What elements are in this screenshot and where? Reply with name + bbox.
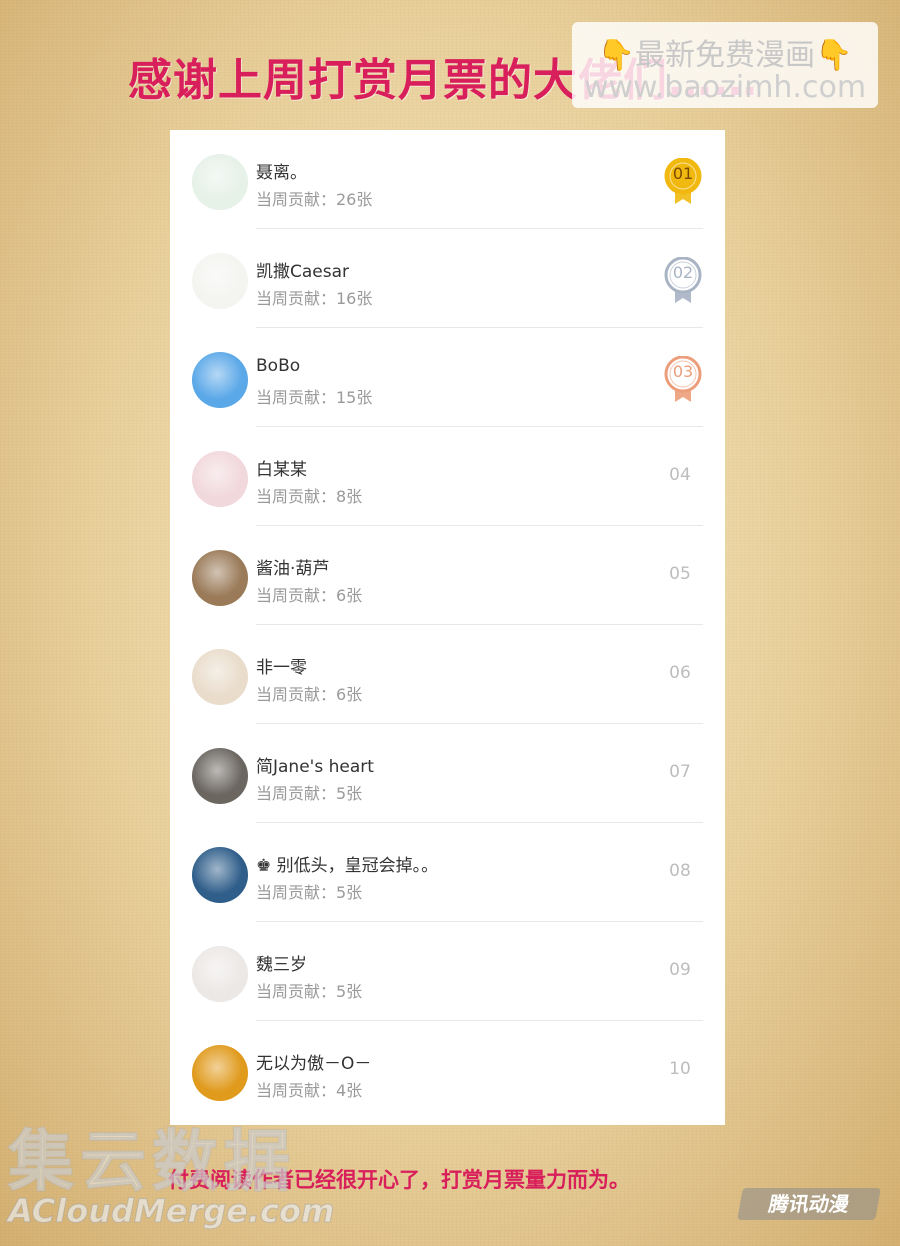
weekly-contribution: 当周贡献：4张 bbox=[256, 1081, 363, 1100]
list-item[interactable]: 酱油·葫芦当周贡献：6张 05 bbox=[170, 526, 725, 625]
rank-number: 09 bbox=[669, 960, 691, 980]
user-name: 凯撒Caesar bbox=[256, 262, 350, 282]
user-name: 简Jane's heart bbox=[256, 757, 374, 777]
site-logo-cn: 集云数据 bbox=[7, 1122, 296, 1201]
weekly-contribution: 当周贡献：16张 bbox=[256, 289, 373, 308]
watermark-text: 最新免费漫画 bbox=[635, 38, 815, 73]
avatar[interactable] bbox=[192, 847, 248, 903]
silver-medal-icon: 02 bbox=[663, 256, 703, 305]
rank-number: 06 bbox=[669, 663, 691, 683]
user-name: 非一零 bbox=[256, 658, 307, 678]
list-item[interactable]: BoBo 当周贡献：15张 03 bbox=[170, 328, 725, 427]
list-item[interactable]: 白某某当周贡献：8张 04 bbox=[170, 427, 725, 526]
weekly-contribution: 当周贡献：8张 bbox=[256, 487, 363, 506]
avatar[interactable] bbox=[192, 451, 248, 507]
weekly-contribution: 当周贡献：15张 bbox=[256, 388, 373, 407]
pointing-hand-icon: 👇 bbox=[815, 38, 853, 73]
weekly-contribution: 当周贡献：6张 bbox=[256, 685, 363, 704]
user-name: 聂离。 bbox=[256, 163, 307, 183]
weekly-contribution: 当周贡献：5张 bbox=[256, 784, 363, 803]
watermark-url: www.baozimh.com bbox=[583, 70, 867, 105]
user-name: ♚ 别低头，皇冠会掉。。 bbox=[256, 856, 439, 876]
list-item[interactable]: 简Jane's heart 当周贡献：5张 07 bbox=[170, 724, 725, 823]
weekly-contribution: 当周贡献：5张 bbox=[256, 982, 363, 1001]
user-name: 白某某 bbox=[256, 460, 307, 480]
watermark: 👇最新免费漫画👇 www.baozimh.com bbox=[572, 22, 878, 108]
pointing-hand-icon: 👇 bbox=[597, 38, 635, 73]
user-name: 酱油·葫芦 bbox=[256, 559, 330, 579]
ranking-card: 聂离。当周贡献：26张 01 凯撒Caesar 当周贡献：16张 02 BoBo 当周贡献：… bbox=[170, 130, 725, 1125]
rank-number: 08 bbox=[669, 861, 691, 881]
list-item[interactable]: 非一零当周贡献：6张 06 bbox=[170, 625, 725, 724]
weekly-contribution: 当周贡献：5张 bbox=[256, 883, 363, 902]
avatar[interactable] bbox=[192, 748, 248, 804]
rank-number: 01 bbox=[672, 164, 694, 183]
rank-number: 05 bbox=[669, 564, 691, 584]
avatar[interactable] bbox=[192, 253, 248, 309]
avatar[interactable] bbox=[192, 649, 248, 705]
rank-number: 02 bbox=[672, 263, 694, 282]
rank-number: 10 bbox=[669, 1059, 691, 1079]
gold-medal-icon: 01 bbox=[663, 157, 703, 206]
avatar[interactable] bbox=[192, 1045, 248, 1101]
rank-number: 04 bbox=[669, 465, 691, 485]
corner-logo: 腾讯动漫 bbox=[737, 1188, 881, 1220]
list-item[interactable]: 魏三岁当周贡献：5张 09 bbox=[170, 922, 725, 1021]
user-name: 无以为傲－O－ bbox=[256, 1054, 372, 1074]
list-item[interactable]: 凯撒Caesar 当周贡献：16张 02 bbox=[170, 229, 725, 328]
list-item[interactable]: ♚ 别低头，皇冠会掉。。 当周贡献：5张 08 bbox=[170, 823, 725, 922]
user-name: 魏三岁 bbox=[256, 955, 307, 975]
list-item[interactable]: 无以为傲－O－ 当周贡献：4张 10 bbox=[170, 1021, 725, 1120]
avatar[interactable] bbox=[192, 352, 248, 408]
avatar[interactable] bbox=[192, 550, 248, 606]
site-logo-en: ACloudMerge.com bbox=[7, 1192, 335, 1231]
avatar[interactable] bbox=[192, 154, 248, 210]
weekly-contribution: 当周贡献：6张 bbox=[256, 586, 363, 605]
weekly-contribution: 当周贡献：26张 bbox=[256, 190, 373, 209]
rank-number: 07 bbox=[669, 762, 691, 782]
list-item[interactable]: 聂离。当周贡献：26张 01 bbox=[170, 130, 725, 229]
rank-number: 03 bbox=[672, 362, 694, 381]
bronze-medal-icon: 03 bbox=[663, 355, 703, 404]
user-name: BoBo bbox=[256, 356, 301, 376]
avatar[interactable] bbox=[192, 946, 248, 1002]
